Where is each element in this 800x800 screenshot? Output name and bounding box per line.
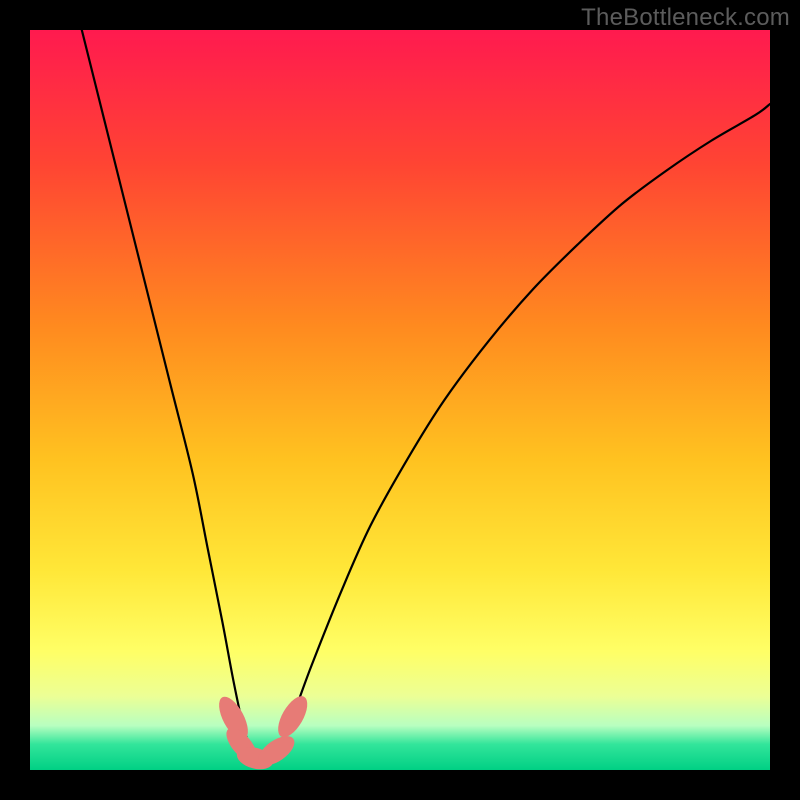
chart-svg bbox=[30, 30, 770, 770]
chart-frame: TheBottleneck.com bbox=[0, 0, 800, 800]
gradient-background bbox=[30, 30, 770, 770]
watermark-text: TheBottleneck.com bbox=[581, 4, 790, 32]
plot-area bbox=[30, 30, 770, 770]
